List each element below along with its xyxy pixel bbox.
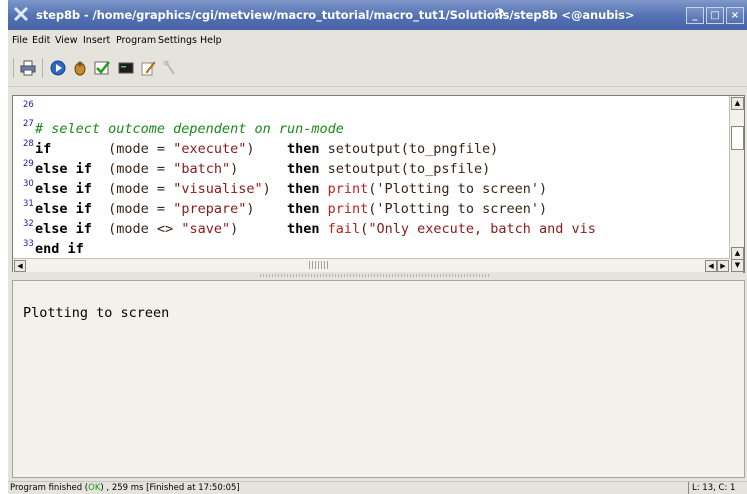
window-title: step8b - /home/graphics/cgi/metview/macr… [36,8,635,22]
string-token: "save" [181,221,231,237]
line-number: 33 [23,239,34,249]
code-text: else if (mode = "batch") then setoutput(… [35,161,490,177]
horizontal-scroll-grip[interactable] [309,261,329,269]
status-ok: OK [88,483,101,493]
toolbar-handle[interactable] [13,58,14,78]
code-token: (mode = [91,201,174,217]
menu-help[interactable]: Help [200,35,222,46]
menu-program[interactable]: Program [116,35,156,46]
string-token: "batch" [173,161,231,177]
keyword-token: if [35,141,52,157]
scroll-left-button[interactable]: ◀ [14,260,26,272]
code-text: else if (mode = "visualise") then print(… [35,181,547,197]
code-token: ) [230,161,287,177]
line-number: 31 [23,199,34,209]
code-token: (mode = [91,161,174,177]
line-number: 28 [23,139,34,149]
line-number: 27 [23,119,34,129]
scroll-down-button[interactable]: ▼ [731,259,744,272]
menu-edit[interactable]: Edit [32,35,50,46]
scroll-left-button-right[interactable]: ◀ [705,260,717,272]
debug-icon[interactable] [72,60,88,76]
code-token: ) [246,201,287,217]
toolbar-separator [42,58,43,78]
code-text: # select outcome dependent on run-mode [35,121,344,137]
tool-icon[interactable] [162,60,178,76]
sticky-icon[interactable]: ◔ [494,5,504,19]
code-text: end if [35,241,84,257]
scroll-up-button[interactable]: ▲ [731,97,744,110]
status-message: Program finished (OK) , 259 ms [Finished… [10,483,240,493]
keyword-token: else if [35,181,92,197]
status-bar: Program finished (OK) , 259 ms [Finished… [8,481,747,494]
check-icon[interactable] [94,60,110,76]
code-token: setoutput(to_psfile) [319,161,491,177]
code-text: else if (mode <> "save") then fail("Only… [35,221,596,237]
keyword-token: then [286,181,320,197]
line-number: 32 [23,219,34,229]
vertical-scrollbar[interactable]: ▲ ▲ ▼ [729,96,744,272]
menu-file[interactable]: File [12,35,28,46]
code-token: ('Plotting to screen') [368,201,548,217]
keyword-token: then [287,221,320,237]
code-token: (mode = [51,141,174,157]
print-icon[interactable] [20,60,36,76]
line-number: 26 [23,100,34,110]
code-token: ('Plotting to screen') [368,181,548,197]
keyword-token: then [286,141,320,157]
comment-token: # select outcome dependent on run-mode [35,121,344,137]
string-token: "visualise" [173,181,263,197]
string-token: "Only execute, batch and vis [368,221,596,237]
keyword-token: end if [35,241,84,257]
code-token: (mode <> [91,221,182,237]
vertical-scroll-thumb[interactable] [731,126,744,150]
string-token: "execute" [173,141,247,157]
line-number: 29 [23,159,34,169]
code-token: ) [246,141,287,157]
line-number: 30 [23,179,34,189]
keyword-token: else if [35,201,92,217]
edit-icon[interactable] [140,60,156,76]
code-token: (mode = [91,181,174,197]
maximize-button[interactable]: □ [706,7,724,24]
status-prefix: Program finished ( [10,483,89,493]
code-token: ) [262,181,287,197]
cursor-position: L: 13, C: 1 [688,482,747,494]
keyword-token: then [287,161,320,177]
pane-splitter[interactable] [12,272,743,279]
minimize-button[interactable]: _ [686,7,704,24]
toolbar [8,50,747,87]
menu-settings[interactable]: Settings [158,35,197,46]
code-editor[interactable]: 26 27 # select outcome dependent on run-mo… [12,95,745,273]
splitter-grip[interactable] [260,274,490,277]
code-text: else if (mode = "prepare") then print('P… [35,201,547,217]
run-icon[interactable] [50,60,66,76]
keyword-token: else if [35,221,92,237]
status-suffix: ) , 259 ms [Finished at 17:50:05] [100,483,240,493]
output-text: Plotting to screen [23,305,170,321]
keyword-token: then [286,201,320,217]
app-icon [13,6,29,22]
close-button[interactable]: × [726,7,744,24]
function-token: fail [327,221,361,237]
output-panel[interactable]: Plotting to screen [12,280,745,478]
editor-window: step8b - /home/graphics/cgi/metview/macr… [8,0,747,494]
function-token: print [327,181,369,197]
scroll-right-button[interactable]: ▶ [717,260,729,272]
menu-view[interactable]: View [55,35,78,46]
keyword-token: else if [35,161,92,177]
code-token: setoutput(to_pngfile) [319,141,499,157]
function-token: print [327,201,369,217]
menu-bar: File Edit View Insert Program Settings H… [8,30,747,50]
terminal-icon[interactable] [118,60,134,76]
menu-insert[interactable]: Insert [83,35,110,46]
horizontal-scrollbar[interactable]: ◀ ◀ ▶ [13,258,730,272]
code-token: ) [230,221,287,237]
title-bar[interactable]: step8b - /home/graphics/cgi/metview/macr… [8,0,747,30]
string-token: "prepare" [173,201,247,217]
code-text: if (mode = "execute") then setoutput(to_… [35,141,498,157]
